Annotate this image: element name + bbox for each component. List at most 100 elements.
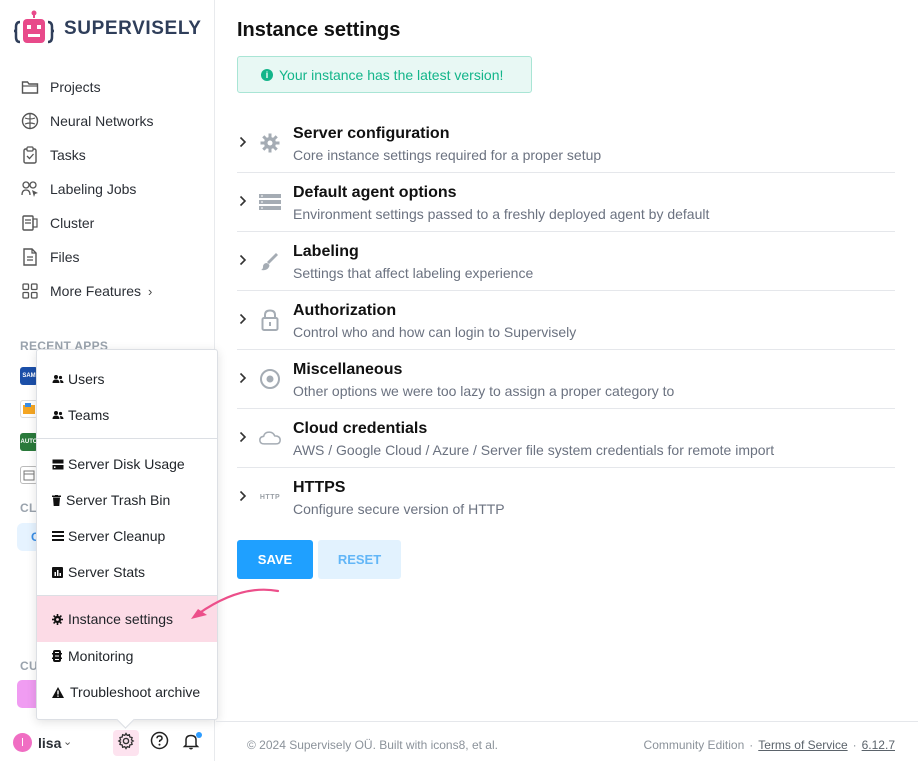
menu-item-server-disk-usage[interactable]: Server Disk Usage: [37, 446, 217, 482]
menu-item-label: Server Trash Bin: [66, 492, 171, 508]
sidebar-item-label: Cluster: [50, 215, 95, 231]
section-labeling[interactable]: Labeling Settings that affect labeling e…: [237, 232, 895, 291]
menu-item-label: Users: [68, 371, 105, 387]
chevron-right-icon: [237, 135, 249, 149]
menu-item-server-cleanup[interactable]: Server Cleanup: [37, 518, 217, 554]
server-icon: [259, 191, 281, 213]
robot-logo-icon: [13, 10, 55, 48]
footer-edition: Community Edition: [643, 738, 745, 752]
section-cloud-credentials[interactable]: Cloud credentials AWS / Google Cloud / A…: [237, 409, 895, 468]
sidebar-item-files[interactable]: Files: [0, 240, 215, 274]
sidebar-item-label: Projects: [50, 79, 101, 95]
menu-item-label: Server Disk Usage: [68, 456, 185, 472]
circle-dot-icon: [259, 368, 281, 390]
menu-divider: [37, 438, 217, 439]
section-desc: Other options we were too lazy to assign…: [293, 383, 675, 399]
section-title: Labeling: [293, 243, 359, 260]
sidebar-item-tasks[interactable]: Tasks: [0, 138, 215, 172]
list-icon: [52, 531, 66, 541]
sidebar-nav: Projects Neural Networks Tasks Labeling …: [0, 70, 215, 308]
menu-item-label: Troubleshoot archive: [70, 684, 201, 700]
section-desc: AWS / Google Cloud / Azure / Server file…: [293, 442, 775, 458]
sidebar-item-cluster[interactable]: Cluster: [0, 206, 215, 240]
section-title: Authorization: [293, 302, 397, 319]
sidebar-item-more-features[interactable]: More Features ›: [0, 274, 215, 308]
users-icon: [52, 374, 66, 384]
menu-item-label: Server Cleanup: [68, 528, 166, 544]
user-name[interactable]: lisa: [38, 735, 61, 751]
cloud-icon: [259, 427, 281, 449]
chevron-right-icon: [237, 489, 249, 503]
section-authorization[interactable]: Authorization Control who and how can lo…: [237, 291, 895, 350]
menu-item-instance-settings[interactable]: Instance settings: [37, 596, 217, 642]
section-title: Miscellaneous: [293, 361, 403, 378]
menu-item-users[interactable]: Users: [37, 361, 217, 397]
chevron-down-icon[interactable]: ⌄: [63, 735, 72, 748]
trash-icon: [52, 494, 64, 506]
brush-icon: [259, 250, 281, 272]
menu-item-monitoring[interactable]: Monitoring: [37, 638, 217, 674]
https-icon: HTTP: [259, 486, 281, 508]
sidebar-bottom-bar: l lisa ⌄: [0, 724, 215, 761]
chevron-right-icon: [237, 194, 249, 208]
info-icon: i: [261, 68, 273, 81]
avatar[interactable]: l: [13, 733, 32, 752]
cl-section-heading: CL: [20, 501, 37, 515]
sidebar-item-projects[interactable]: Projects: [0, 70, 215, 104]
terms-of-service-link[interactable]: Terms of Service: [758, 738, 847, 752]
section-title: Server configuration: [293, 125, 450, 142]
labeling-jobs-icon: [21, 180, 39, 198]
chevron-right-icon: ›: [148, 283, 153, 299]
gear-icon: [259, 132, 281, 154]
section-desc: Environment settings passed to a freshly…: [293, 206, 710, 222]
section-title: HTTPS: [293, 479, 346, 496]
section-title: Cloud credentials: [293, 420, 428, 437]
question-icon: [150, 731, 169, 755]
footer-links: Community Edition · Terms of Service · 6…: [644, 738, 895, 752]
help-button[interactable]: [146, 730, 172, 756]
brand-logo[interactable]: SUPERVISELY: [13, 10, 202, 48]
grid-icon: [21, 282, 39, 300]
footer: © 2024 Supervisely OÜ. Built with icons8…: [216, 721, 918, 761]
version-alert: i Your instance has the latest version!: [237, 56, 532, 93]
footer-copyright: © 2024 Supervisely OÜ. Built with icons8…: [247, 738, 498, 752]
chevron-right-icon: [237, 253, 249, 267]
chevron-right-icon: [237, 430, 249, 444]
clipboard-icon: [21, 146, 39, 164]
section-https[interactable]: HTTP HTTPS Configure secure version of H…: [237, 468, 895, 527]
menu-item-troubleshoot-archive[interactable]: Troubleshoot archive: [37, 674, 217, 710]
menu-item-label: Monitoring: [68, 648, 134, 664]
warning-icon: [52, 686, 68, 698]
sidebar-item-neural-networks[interactable]: Neural Networks: [0, 104, 215, 138]
section-server-configuration[interactable]: Server configuration Core instance setti…: [237, 114, 895, 173]
monitoring-icon: [52, 650, 66, 662]
page-title: Instance settings: [237, 19, 401, 41]
sidebar-item-label: Neural Networks: [50, 113, 154, 129]
chevron-right-icon: [237, 312, 249, 326]
sidebar-item-labeling-jobs[interactable]: Labeling Jobs: [0, 172, 215, 206]
menu-item-teams[interactable]: Teams: [37, 397, 217, 433]
menu-item-server-stats[interactable]: Server Stats: [37, 554, 217, 590]
save-button[interactable]: SAVE: [237, 540, 313, 579]
chevron-right-icon: [237, 371, 249, 385]
sidebar-item-label: Labeling Jobs: [50, 181, 137, 197]
main-content: Instance settings i Your instance has th…: [216, 0, 918, 761]
lock-icon: [259, 309, 281, 331]
folder-icon: [21, 78, 39, 96]
section-title: Default agent options: [293, 184, 457, 201]
sidebar-item-label: Tasks: [50, 147, 86, 163]
section-miscellaneous[interactable]: Miscellaneous Other options we were too …: [237, 350, 895, 409]
reset-button[interactable]: RESET: [318, 540, 401, 579]
section-default-agent-options[interactable]: Default agent options Environment settin…: [237, 173, 895, 232]
alert-text: Your instance has the latest version!: [279, 66, 504, 83]
version-link[interactable]: 6.12.7: [862, 738, 895, 752]
brand-name: SUPERVISELY: [64, 18, 202, 39]
admin-settings-button[interactable]: [113, 730, 139, 756]
disk-icon: [52, 459, 66, 470]
notification-dot: [196, 732, 202, 738]
menu-item-label: Server Stats: [68, 564, 146, 580]
brain-icon: [21, 112, 39, 130]
notifications-button[interactable]: [178, 730, 204, 756]
menu-item-server-trash-bin[interactable]: Server Trash Bin: [37, 482, 217, 518]
section-desc: Configure secure version of HTTP: [293, 501, 505, 517]
